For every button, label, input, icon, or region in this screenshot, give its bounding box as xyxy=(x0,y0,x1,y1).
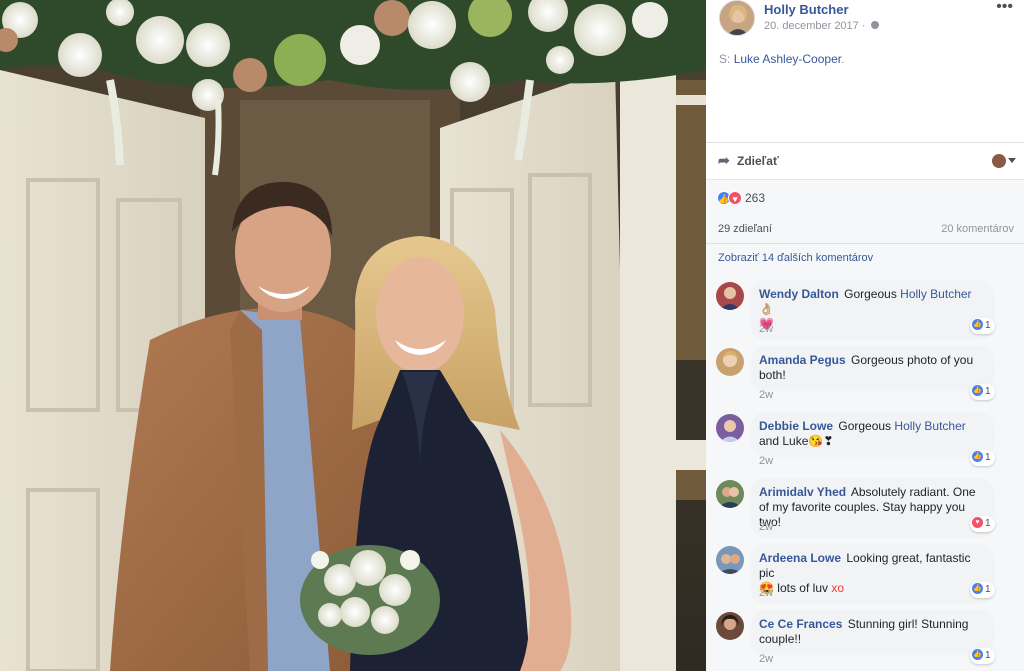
comment-bubble: Ce Ce Frances Stunning girl! Stunning co… xyxy=(750,610,995,655)
comment-reaction-count: 1 xyxy=(985,386,991,397)
mention-link[interactable]: Holly Butcher xyxy=(894,419,965,433)
comment-text-continued: lots of luv xyxy=(777,581,828,595)
comment-bubble: Amanda Pegus Gorgeous photo of you both! xyxy=(750,346,995,391)
commenter-avatar-image xyxy=(716,612,744,640)
post-date-text[interactable]: 20. december 2017 · xyxy=(764,20,866,32)
comment-bubble: Ardeena Lowe Looking great, fantastic pi… xyxy=(750,544,995,604)
commenter-avatar[interactable] xyxy=(716,480,744,508)
comment: Arimidalv Yhed Absolutely radiant. One o… xyxy=(706,478,1024,540)
comment-reactions[interactable]: 👍 1 xyxy=(970,384,995,400)
comment: Wendy Dalton Gorgeous Holly Butcher 👌🏼 💗… xyxy=(706,280,1024,342)
share-label: Zdieľať xyxy=(737,154,779,168)
comment-time[interactable]: 2w xyxy=(759,587,773,599)
comment-reactions[interactable]: ♥ 1 xyxy=(970,516,995,532)
comment-reactions[interactable]: 👍 1 xyxy=(970,582,995,598)
post-header: Holly Butcher 20. december 2017 · ••• xyxy=(706,0,1024,52)
like-icon: 👍 xyxy=(972,582,983,594)
comment-reactions[interactable]: 👍 1 xyxy=(970,318,995,334)
comment-time[interactable]: 2w xyxy=(759,389,773,401)
commenter-avatar[interactable] xyxy=(716,282,744,310)
like-icon: 👍 xyxy=(972,648,983,660)
feedback-section: 👍 ♥ 263 29 zdieľaní 20 komentárov Zobraziť… xyxy=(706,179,1024,671)
audience-avatar[interactable] xyxy=(992,154,1006,168)
reaction-count[interactable]: 263 xyxy=(745,191,765,205)
share-button[interactable]: ➦ Zdieľať xyxy=(718,152,779,169)
post-photo[interactable] xyxy=(0,0,706,671)
comment: Debbie Lowe Gorgeous Holly Butcher and L… xyxy=(706,412,1024,474)
action-bar: ➦ Zdieľať xyxy=(706,142,1024,178)
caption-prefix: S: xyxy=(719,52,731,66)
commenter-avatar-image xyxy=(716,348,744,376)
commenter-avatar-image xyxy=(716,282,744,310)
stats-row: 29 zdieľaní 20 komentárov xyxy=(706,222,1024,244)
comment-time[interactable]: 2w xyxy=(759,323,773,335)
reactions-summary[interactable]: 👍 ♥ 263 xyxy=(717,190,765,206)
comment-reaction-count: 1 xyxy=(985,518,991,529)
comment-reactions[interactable]: 👍 1 xyxy=(970,450,995,466)
love-icon: ♥ xyxy=(972,516,983,528)
caption-suffix: . xyxy=(841,52,845,66)
like-icon: 👍 xyxy=(972,450,983,462)
photo-image xyxy=(0,0,706,671)
comment-bubble: Wendy Dalton Gorgeous Holly Butcher 👌🏼 💗 xyxy=(750,280,995,340)
post-date[interactable]: 20. december 2017 · xyxy=(764,20,879,32)
comment-time[interactable]: 2w xyxy=(759,521,773,533)
comment-bubble: Arimidalv Yhed Absolutely radiant. One o… xyxy=(750,478,995,538)
author-avatar[interactable] xyxy=(719,0,755,36)
chevron-down-icon[interactable] xyxy=(1008,158,1016,163)
like-icon: 👍 xyxy=(972,384,983,396)
commenter-avatar[interactable] xyxy=(716,546,744,574)
comment-text: Gorgeous xyxy=(844,287,897,301)
mention-link[interactable]: Holly Butcher xyxy=(900,287,971,301)
commenter-avatar[interactable] xyxy=(716,348,744,376)
globe-icon xyxy=(870,21,879,30)
author-name[interactable]: Holly Butcher xyxy=(764,2,849,17)
commenter-name[interactable]: Debbie Lowe xyxy=(759,419,833,433)
comment-reaction-count: 1 xyxy=(985,452,991,463)
share-icon: ➦ xyxy=(718,152,730,168)
commenter-avatar[interactable] xyxy=(716,414,744,442)
comments-count[interactable]: 20 komentárov xyxy=(941,223,1014,235)
kiss-heart-emoji: 😘❣ xyxy=(808,434,834,448)
comment-text-red: xo xyxy=(831,581,845,595)
commenter-name[interactable]: Wendy Dalton xyxy=(759,287,839,301)
post-caption: S: Luke Ashley-Cooper. xyxy=(719,52,844,66)
commenter-avatar[interactable] xyxy=(716,612,744,640)
comment-text-continued: and Luke xyxy=(759,434,809,448)
post-side-panel: Holly Butcher 20. december 2017 · ••• S:… xyxy=(706,0,1024,671)
shares-count[interactable]: 29 zdieľaní xyxy=(718,223,772,235)
author-avatar-image xyxy=(720,1,754,35)
commenter-name[interactable]: Amanda Pegus xyxy=(759,353,846,367)
commenter-avatar-image xyxy=(716,480,744,508)
more-options-icon[interactable]: ••• xyxy=(996,0,1013,16)
comment-reaction-count: 1 xyxy=(985,650,991,661)
comment-reaction-count: 1 xyxy=(985,584,991,595)
love-icon: ♥ xyxy=(728,190,742,205)
commenter-avatar-image xyxy=(716,546,744,574)
comment-time[interactable]: 2w xyxy=(759,653,773,665)
comment-reaction-count: 1 xyxy=(985,320,991,331)
ok-hand-emoji: 👌🏼 xyxy=(759,302,774,316)
comment: Ardeena Lowe Looking great, fantastic pi… xyxy=(706,544,1024,606)
comment-text: Gorgeous xyxy=(838,419,892,433)
comment: Ce Ce Frances Stunning girl! Stunning co… xyxy=(706,610,1024,671)
comment: Amanda Pegus Gorgeous photo of you both!… xyxy=(706,346,1024,408)
comment-bubble: Debbie Lowe Gorgeous Holly Butcher and L… xyxy=(750,412,995,457)
commenter-name[interactable]: Arimidalv Yhed xyxy=(759,485,846,499)
commenter-avatar-image xyxy=(716,414,744,442)
comment-reactions[interactable]: 👍 1 xyxy=(970,648,995,664)
view-more-comments-link[interactable]: Zobraziť 14 ďalších komentárov xyxy=(718,252,873,264)
commenter-name[interactable]: Ardeena Lowe xyxy=(759,551,841,565)
tagged-user-link[interactable]: Luke Ashley-Cooper xyxy=(734,52,841,66)
like-icon: 👍 xyxy=(972,318,983,330)
commenter-name[interactable]: Ce Ce Frances xyxy=(759,617,842,631)
comment-time[interactable]: 2w xyxy=(759,455,773,467)
